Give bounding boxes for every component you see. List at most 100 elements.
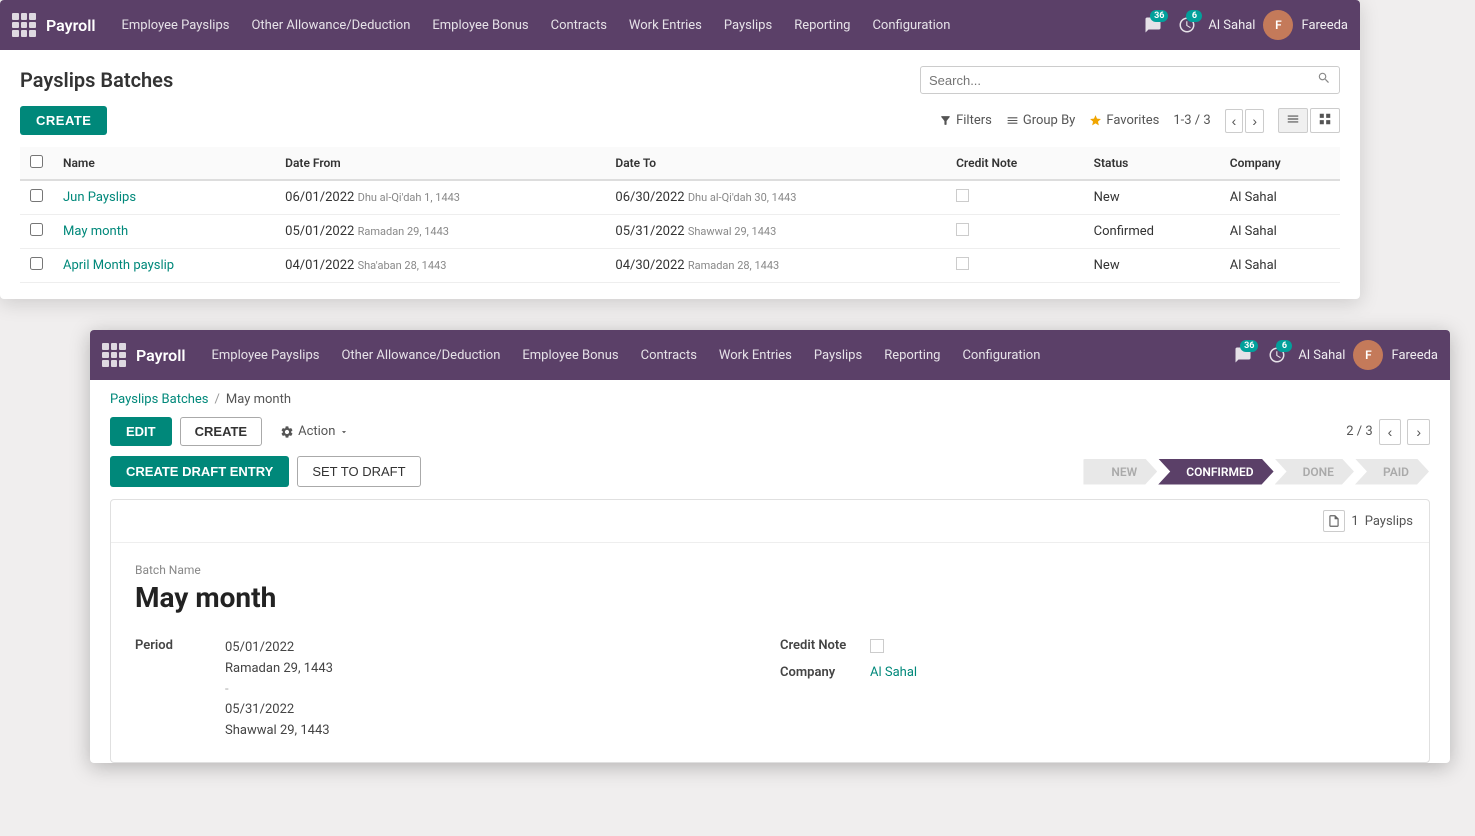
nav-contracts[interactable]: Contracts xyxy=(543,12,615,39)
col-credit-note: Credit Note xyxy=(946,147,1084,180)
favorites-button[interactable]: Favorites xyxy=(1089,113,1159,128)
pipeline-step-new[interactable]: NEW xyxy=(1083,459,1157,485)
detail-pagination: 2 / 3 ‹ › xyxy=(1346,419,1430,445)
top-navbar: Payroll Employee Payslips Other Allowanc… xyxy=(0,0,1360,50)
cell-credit-note xyxy=(946,249,1084,283)
col-date-from: Date From xyxy=(275,147,605,180)
username-label[interactable]: Al Sahal xyxy=(1208,18,1255,33)
cell-status: New xyxy=(1084,180,1220,215)
nav2-contracts[interactable]: Contracts xyxy=(633,342,705,369)
detail-page-info: 2 / 3 xyxy=(1346,424,1372,439)
cell-credit-note xyxy=(946,180,1084,215)
pipeline-step-confirmed[interactable]: CONFIRMED xyxy=(1158,459,1273,485)
credit-note-field: Credit Note xyxy=(780,638,1405,653)
nav2-work-entries[interactable]: Work Entries xyxy=(711,342,800,369)
messages-icon[interactable]: 36 xyxy=(1140,12,1166,38)
search-bar xyxy=(920,66,1340,94)
username-label-2[interactable]: Al Sahal xyxy=(1298,348,1345,363)
payslips-count-label: Payslips xyxy=(1365,514,1413,529)
brand-name[interactable]: Payroll xyxy=(46,16,96,35)
nav-work-entries[interactable]: Work Entries xyxy=(621,12,710,39)
cell-date-to: 06/30/2022 Dhu al-Qi'dah 30, 1443 xyxy=(605,180,946,215)
avatar-name[interactable]: Fareeda xyxy=(1301,18,1348,33)
nav-payslips[interactable]: Payslips xyxy=(716,12,780,39)
cell-name: May month xyxy=(53,215,275,249)
nav-other-allowance[interactable]: Other Allowance/Deduction xyxy=(243,12,418,39)
brand-name-2[interactable]: Payroll xyxy=(136,346,186,365)
breadcrumb-parent[interactable]: Payslips Batches xyxy=(110,392,209,407)
detail-navbar: Payroll Employee Payslips Other Allowanc… xyxy=(90,330,1450,380)
nav2-employee-payslips[interactable]: Employee Payslips xyxy=(204,342,328,369)
period-label: Period xyxy=(135,638,225,742)
action-label: Action xyxy=(298,424,335,439)
select-all-checkbox[interactable] xyxy=(30,155,43,168)
nav2-configuration[interactable]: Configuration xyxy=(954,342,1048,369)
period-field: Period 05/01/2022 Ramadan 29, 1443 - 05/… xyxy=(135,638,760,742)
cell-date-to: 05/31/2022 Shawwal 29, 1443 xyxy=(605,215,946,249)
apps-menu-icon[interactable] xyxy=(12,13,36,37)
search-input[interactable] xyxy=(929,73,1317,88)
activity-icon[interactable]: 6 xyxy=(1174,12,1200,38)
pagination-controls: ‹ › xyxy=(1225,109,1264,133)
detail-card: 1 Payslips Batch Name May month Period 0… xyxy=(110,499,1430,763)
company-link[interactable]: Al Sahal xyxy=(870,665,917,680)
nav2-payslips[interactable]: Payslips xyxy=(806,342,870,369)
page-header: Payslips Batches xyxy=(20,66,1340,94)
prev-page-button[interactable]: ‹ xyxy=(1225,109,1244,133)
row-checkbox-1[interactable] xyxy=(30,223,43,236)
list-view-button[interactable] xyxy=(1278,108,1308,133)
batch-name-value: May month xyxy=(135,581,1405,614)
list-window: Payroll Employee Payslips Other Allowanc… xyxy=(0,0,1360,299)
nav2-reporting[interactable]: Reporting xyxy=(876,342,948,369)
groupby-button[interactable]: Group By xyxy=(1006,113,1076,128)
create-button[interactable]: CREATE xyxy=(20,106,107,135)
search-icon[interactable] xyxy=(1317,71,1331,89)
payslips-count-button[interactable]: 1 Payslips xyxy=(1323,510,1413,532)
pipeline-step-paid[interactable]: PAID xyxy=(1355,459,1429,485)
nav-employee-payslips[interactable]: Employee Payslips xyxy=(114,12,238,39)
list-toolbar: CREATE Filters Group By Favorites 1-3 / xyxy=(20,106,1340,135)
detail-prev-button[interactable]: ‹ xyxy=(1379,419,1402,445)
action-button[interactable]: Action xyxy=(270,418,359,445)
nav2-other-allowance[interactable]: Other Allowance/Deduction xyxy=(333,342,508,369)
kanban-view-button[interactable] xyxy=(1310,108,1340,133)
apps-menu-icon-2[interactable] xyxy=(102,343,126,367)
col-status: Status xyxy=(1084,147,1220,180)
cell-name: Jun Payslips xyxy=(53,180,275,215)
activity-icon-2[interactable]: 6 xyxy=(1264,342,1290,368)
messages-icon-2[interactable]: 36 xyxy=(1230,342,1256,368)
col-company: Company xyxy=(1220,147,1340,180)
create-sm-button[interactable]: CREATE xyxy=(180,417,262,446)
nav2-employee-bonus[interactable]: Employee Bonus xyxy=(514,342,626,369)
set-to-draft-button[interactable]: SET TO DRAFT xyxy=(297,456,420,487)
user-avatar[interactable]: F xyxy=(1263,10,1293,40)
detail-next-button[interactable]: › xyxy=(1407,419,1430,445)
nav-configuration[interactable]: Configuration xyxy=(864,12,958,39)
user-avatar-2[interactable]: F xyxy=(1353,340,1383,370)
avatar-name-2[interactable]: Fareeda xyxy=(1391,348,1438,363)
batch-name-label: Batch Name xyxy=(135,563,1405,577)
cell-date-from: 05/01/2022 Ramadan 29, 1443 xyxy=(275,215,605,249)
detail-toolbar: EDIT CREATE Action 2 / 3 ‹ › xyxy=(90,417,1450,456)
status-pipeline: CREATE DRAFT ENTRY SET TO DRAFT NEWCONFI… xyxy=(90,456,1450,499)
credit-note-checkbox[interactable] xyxy=(870,639,884,653)
next-page-button[interactable]: › xyxy=(1245,109,1264,133)
cell-company: Al Sahal xyxy=(1220,215,1340,249)
breadcrumb: Payslips Batches / May month xyxy=(90,380,1450,407)
cell-date-from: 04/01/2022 Sha'aban 28, 1443 xyxy=(275,249,605,283)
cell-status: New xyxy=(1084,249,1220,283)
breadcrumb-current: May month xyxy=(226,392,291,407)
row-checkbox-2[interactable] xyxy=(30,257,43,270)
credit-note-label: Credit Note xyxy=(780,638,870,653)
nav-reporting[interactable]: Reporting xyxy=(786,12,858,39)
col-name: Name xyxy=(53,147,275,180)
cell-name: April Month payslip xyxy=(53,249,275,283)
period-value: 05/01/2022 Ramadan 29, 1443 - 05/31/2022… xyxy=(225,638,333,742)
payslips-count-value: 1 xyxy=(1351,514,1358,529)
filters-button[interactable]: Filters xyxy=(939,113,992,128)
row-checkbox-0[interactable] xyxy=(30,189,43,202)
pipeline-step-done[interactable]: DONE xyxy=(1275,459,1354,485)
nav-employee-bonus[interactable]: Employee Bonus xyxy=(424,12,536,39)
edit-button[interactable]: EDIT xyxy=(110,417,172,446)
create-draft-entry-button[interactable]: CREATE DRAFT ENTRY xyxy=(110,456,289,487)
